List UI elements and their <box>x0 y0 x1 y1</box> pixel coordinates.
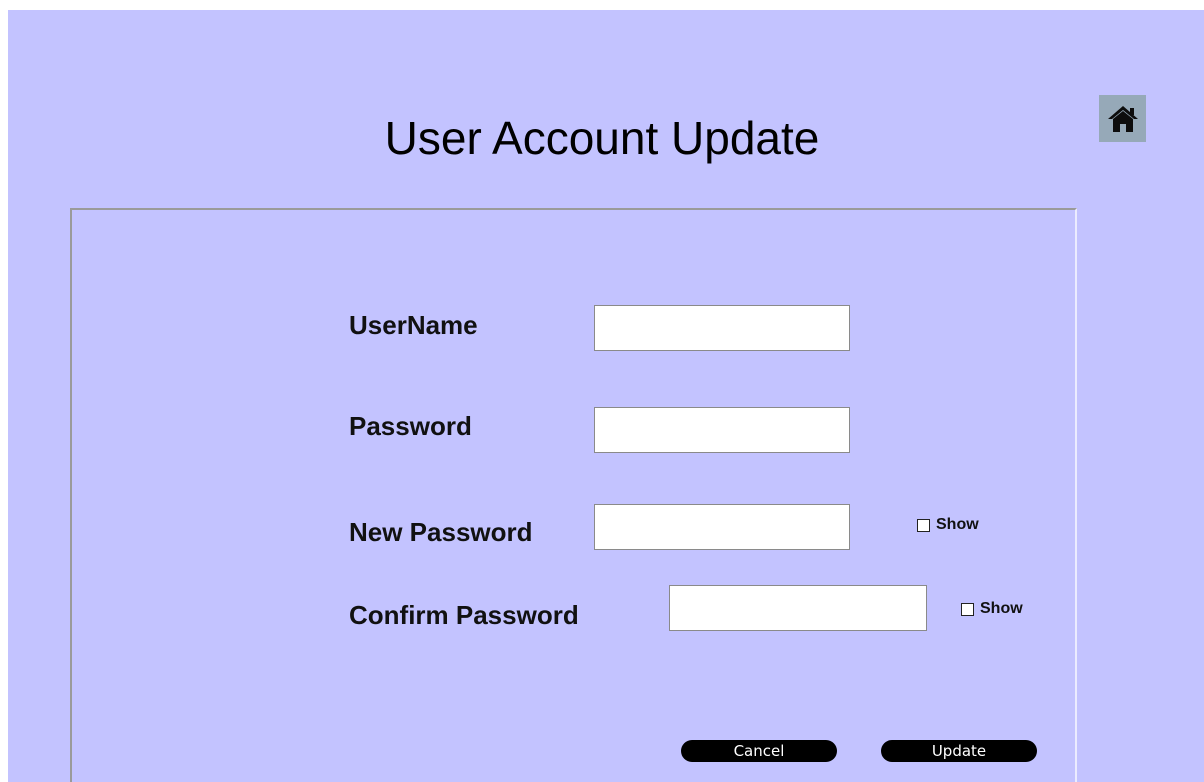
home-button[interactable] <box>1099 95 1146 142</box>
username-label: UserName <box>349 310 478 340</box>
app-window: User Account Update UserName Password Ne… <box>8 10 1204 782</box>
confirm-password-show-checkbox[interactable]: Show <box>961 600 1023 618</box>
new-password-input[interactable] <box>594 504 850 550</box>
password-input[interactable] <box>594 407 850 453</box>
home-icon <box>1107 105 1138 132</box>
checkbox-box[interactable] <box>917 518 930 532</box>
new-password-label: New Password <box>349 517 533 547</box>
confirm-password-label: Confirm Password <box>349 600 579 630</box>
page-title: User Account Update <box>384 112 820 164</box>
update-button[interactable]: Update <box>881 740 1037 762</box>
form-panel: UserName Password New Password Show Conf… <box>70 208 1077 782</box>
cancel-button[interactable]: Cancel <box>681 740 837 762</box>
new-password-show-checkbox[interactable]: Show <box>917 516 979 534</box>
username-input[interactable] <box>594 305 850 351</box>
password-label: Password <box>349 411 472 441</box>
show-label: Show <box>980 600 1023 617</box>
checkbox-box[interactable] <box>961 602 974 616</box>
show-label: Show <box>936 516 979 533</box>
confirm-password-input[interactable] <box>669 585 927 631</box>
